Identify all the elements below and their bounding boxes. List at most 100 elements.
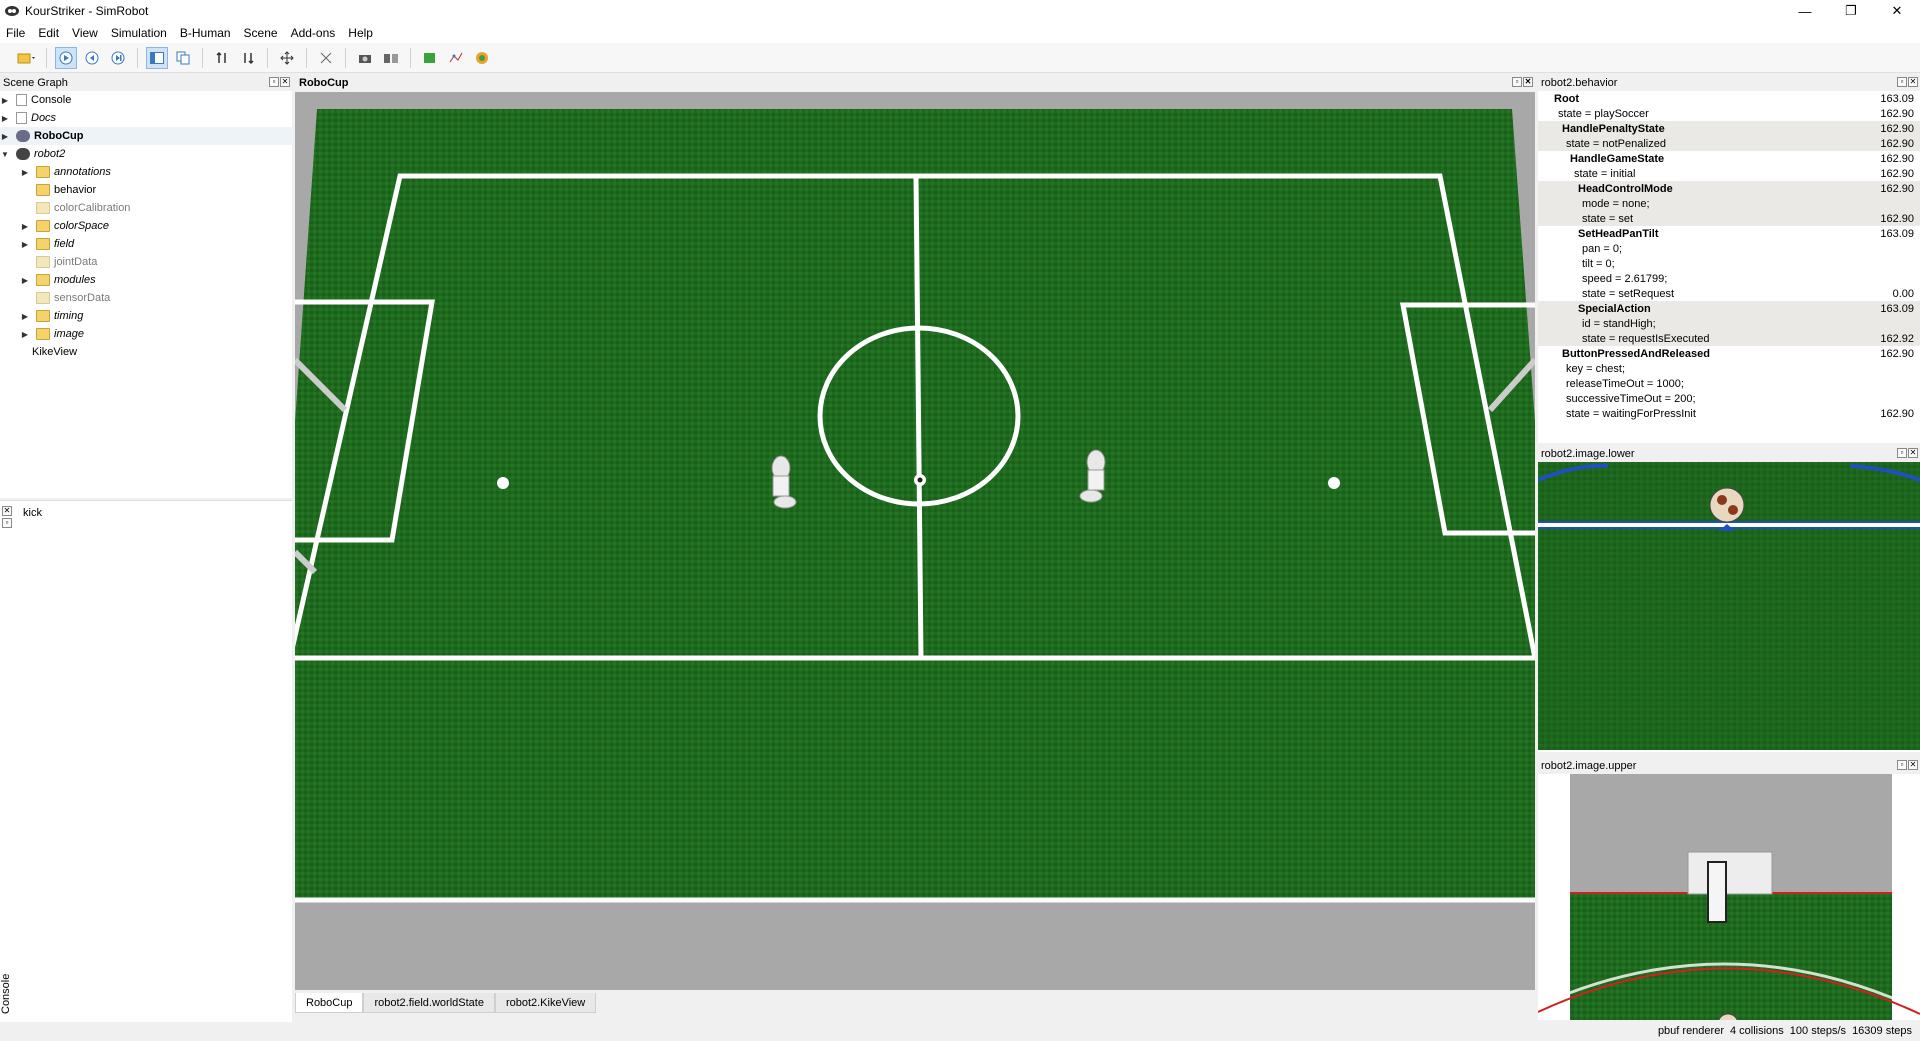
tree-item-timing[interactable]: ▶ timing bbox=[0, 307, 292, 325]
render-mode-icon[interactable] bbox=[315, 47, 337, 69]
title-bar: KourStriker - SimRobot — ❐ ✕ bbox=[0, 0, 1920, 22]
behavior-value: 162.90 bbox=[1880, 137, 1914, 150]
tree-item-field[interactable]: ▶ field bbox=[0, 235, 292, 253]
close-icon[interactable]: ✕ bbox=[1908, 77, 1918, 87]
behavior-label: HandleGameState bbox=[1570, 152, 1665, 165]
chevron-right-icon[interactable]: ▶ bbox=[0, 132, 10, 141]
camera-image-upper[interactable] bbox=[1537, 774, 1920, 1035]
tree-item-image[interactable]: ▶ image bbox=[0, 325, 292, 343]
camera-image-lower[interactable] bbox=[1537, 462, 1920, 750]
robocup-scene-icon bbox=[16, 130, 30, 142]
chevron-right-icon[interactable]: ▶ bbox=[20, 168, 30, 177]
close-icon[interactable]: ✕ bbox=[1908, 448, 1918, 458]
chevron-right-icon[interactable]: ▶ bbox=[20, 312, 30, 321]
tab-kikeview[interactable]: robot2.KikeView bbox=[494, 993, 597, 1013]
chevron-right-icon[interactable]: ▶ bbox=[20, 240, 30, 249]
start-simulation-icon[interactable] bbox=[55, 46, 77, 69]
menu-edit[interactable]: Edit bbox=[38, 26, 59, 40]
behavior-row: state = requestIsExecuted 162.92 bbox=[1538, 331, 1920, 346]
tree-item-modules[interactable]: ▶ modules bbox=[0, 271, 292, 289]
tree-item-docs[interactable]: ▶ Docs bbox=[0, 109, 292, 127]
folder-icon bbox=[36, 310, 50, 322]
ball bbox=[914, 474, 926, 486]
reset-simulation-icon[interactable] bbox=[81, 47, 103, 69]
behavior-label: id = standHigh; bbox=[1582, 317, 1656, 330]
menu-view[interactable]: View bbox=[72, 26, 98, 40]
behavior-row: speed = 2.61799; bbox=[1538, 271, 1920, 286]
tab-robocup[interactable]: RoboCup bbox=[295, 993, 364, 1013]
tree-item-annotations[interactable]: ▶ annotations bbox=[0, 163, 292, 181]
behavior-row: ButtonPressedAndReleased 162.90 bbox=[1538, 346, 1920, 361]
behavior-list: Root 163.09 state = playSoccer 162.90 Hand… bbox=[1538, 91, 1920, 421]
graph-icon[interactable] bbox=[445, 47, 467, 69]
menu-add-ons[interactable]: Add-ons bbox=[291, 26, 336, 40]
behavior-row: SetHeadPanTilt 163.09 bbox=[1538, 226, 1920, 241]
menu-file[interactable]: File bbox=[6, 26, 25, 40]
folder-icon bbox=[36, 166, 50, 178]
float-icon[interactable]: ▫ bbox=[1897, 448, 1907, 458]
plugin-icon[interactable] bbox=[471, 47, 493, 69]
image-upper-panel: robot2.image.upper ▫ ✕ bbox=[1537, 758, 1920, 1035]
behavior-value: 162.90 bbox=[1880, 167, 1914, 180]
float-icon[interactable]: ▫ bbox=[1512, 77, 1522, 87]
float-icon[interactable]: ▫ bbox=[2, 518, 12, 528]
layout-icon[interactable] bbox=[146, 46, 168, 69]
close-icon[interactable]: ✕ bbox=[1908, 760, 1918, 770]
step-simulation-icon[interactable] bbox=[107, 47, 129, 69]
tree-item-jointdata[interactable]: jointData bbox=[0, 253, 292, 271]
minimize-button[interactable]: — bbox=[1782, 0, 1828, 22]
tree-item-sensordata[interactable]: sensorData bbox=[0, 289, 292, 307]
drawing-icon[interactable] bbox=[419, 47, 441, 69]
move-icon[interactable] bbox=[276, 47, 298, 69]
copy-icon[interactable] bbox=[172, 47, 194, 69]
tree-item-label: Docs bbox=[31, 112, 57, 124]
behavior-row: state = set 162.90 bbox=[1538, 211, 1920, 226]
chevron-right-icon[interactable]: ▶ bbox=[20, 222, 30, 231]
behavior-row: mode = none; bbox=[1538, 196, 1920, 211]
behavior-row: releaseTimeOut = 1000; bbox=[1538, 376, 1920, 391]
menu-b-human[interactable]: B-Human bbox=[180, 26, 231, 40]
behavior-row: pan = 0; bbox=[1538, 241, 1920, 256]
float-icon[interactable]: ▫ bbox=[269, 77, 279, 87]
tree-item-robocup[interactable]: ▶ RoboCup bbox=[0, 127, 292, 145]
drag-down-icon[interactable] bbox=[237, 47, 259, 69]
app-icon bbox=[5, 6, 19, 16]
drag-up-icon[interactable] bbox=[211, 47, 233, 69]
camera-icon[interactable] bbox=[354, 47, 376, 69]
behavior-label: state = playSoccer bbox=[1558, 107, 1649, 120]
tree-item-console[interactable]: ▶ Console bbox=[0, 91, 292, 109]
chevron-right-icon[interactable]: ▶ bbox=[20, 330, 30, 339]
tree-item-colorspace[interactable]: ▶ colorSpace bbox=[0, 217, 292, 235]
tree-item-behavior[interactable]: behavior bbox=[0, 181, 292, 199]
tree-item-label: colorCalibration bbox=[54, 202, 131, 214]
scene-3d-view[interactable] bbox=[295, 92, 1535, 990]
tree-item-colorcalibration[interactable]: colorCalibration bbox=[0, 199, 292, 217]
behavior-value: 162.90 bbox=[1880, 407, 1914, 420]
tab-worldstate[interactable]: robot2.field.worldState bbox=[363, 993, 495, 1013]
menu-help[interactable]: Help bbox=[348, 26, 373, 40]
float-icon[interactable]: ▫ bbox=[1897, 760, 1907, 770]
close-button[interactable]: ✕ bbox=[1874, 0, 1920, 22]
menu-scene[interactable]: Scene bbox=[244, 26, 278, 40]
open-folder-icon[interactable] bbox=[16, 47, 38, 69]
float-icon[interactable]: ▫ bbox=[1897, 77, 1907, 87]
behavior-label: state = set bbox=[1582, 212, 1634, 225]
close-icon[interactable]: ✕ bbox=[2, 506, 12, 516]
menu-simulation[interactable]: Simulation bbox=[111, 26, 167, 40]
image-lower-title: robot2.image.lower bbox=[1541, 448, 1635, 460]
behavior-title: robot2.behavior bbox=[1541, 77, 1618, 89]
behavior-row: HandlePenaltyState 162.90 bbox=[1538, 121, 1920, 136]
tree-item-robot2[interactable]: ▼ robot2 bbox=[0, 145, 292, 163]
chevron-right-icon[interactable]: ▶ bbox=[20, 276, 30, 285]
console-panel: ✕ ▫ kick Console bbox=[0, 500, 292, 1022]
chevron-down-icon[interactable]: ▼ bbox=[0, 150, 10, 159]
screenshot-icon[interactable] bbox=[380, 47, 402, 69]
close-icon[interactable]: ✕ bbox=[1523, 77, 1533, 87]
penalty-mark-left bbox=[497, 477, 509, 489]
close-icon[interactable]: ✕ bbox=[280, 77, 290, 87]
maximize-button[interactable]: ❐ bbox=[1828, 0, 1874, 22]
chevron-right-icon[interactable]: ▶ bbox=[0, 96, 10, 105]
tree-item-kikeview[interactable]: KikeView bbox=[0, 343, 292, 361]
chevron-right-icon[interactable]: ▶ bbox=[0, 114, 10, 123]
console-text[interactable]: kick bbox=[23, 507, 42, 519]
